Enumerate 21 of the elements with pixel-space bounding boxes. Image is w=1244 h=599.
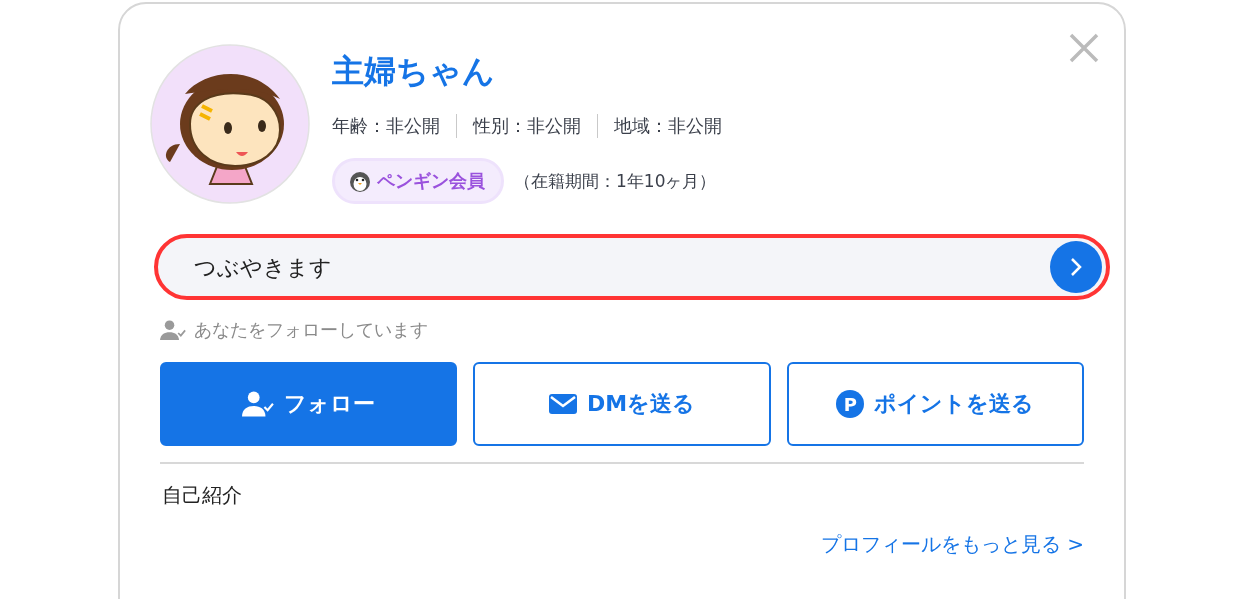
person-check-icon <box>160 319 186 341</box>
points-button[interactable]: P ポイントを送る <box>786 362 1084 446</box>
tenure-text: （在籍期間：1年10ヶ月） <box>514 169 717 193</box>
submit-button[interactable] <box>1050 241 1102 293</box>
tweet-input[interactable]: つぶやきます <box>192 237 1050 297</box>
user-name: 主婦ちゃん <box>332 51 496 92</box>
tweet-field[interactable]: つぶやきます <box>154 234 1110 300</box>
bio-heading: 自己紹介 <box>162 482 243 509</box>
penguin-icon <box>349 170 371 192</box>
dm-button[interactable]: DMを送る <box>473 362 771 446</box>
more-profile-link[interactable]: プロフィールをもっと見る > <box>150 531 1084 558</box>
profile-attribute: 性別：非公開 <box>473 114 581 138</box>
profile-attribute: 年齢：非公開 <box>332 114 440 138</box>
follow-notice: あなたをフォローしています <box>194 318 428 342</box>
chevron-right-icon <box>1069 256 1083 278</box>
membership-badge: ペンギン会員 <box>332 158 504 204</box>
profile-attribute: 地域：非公開 <box>614 114 722 138</box>
points-icon: P <box>836 390 865 418</box>
person-check-icon <box>242 391 275 417</box>
envelope-icon <box>548 394 577 414</box>
follow-button[interactable]: フォロー <box>160 362 458 446</box>
